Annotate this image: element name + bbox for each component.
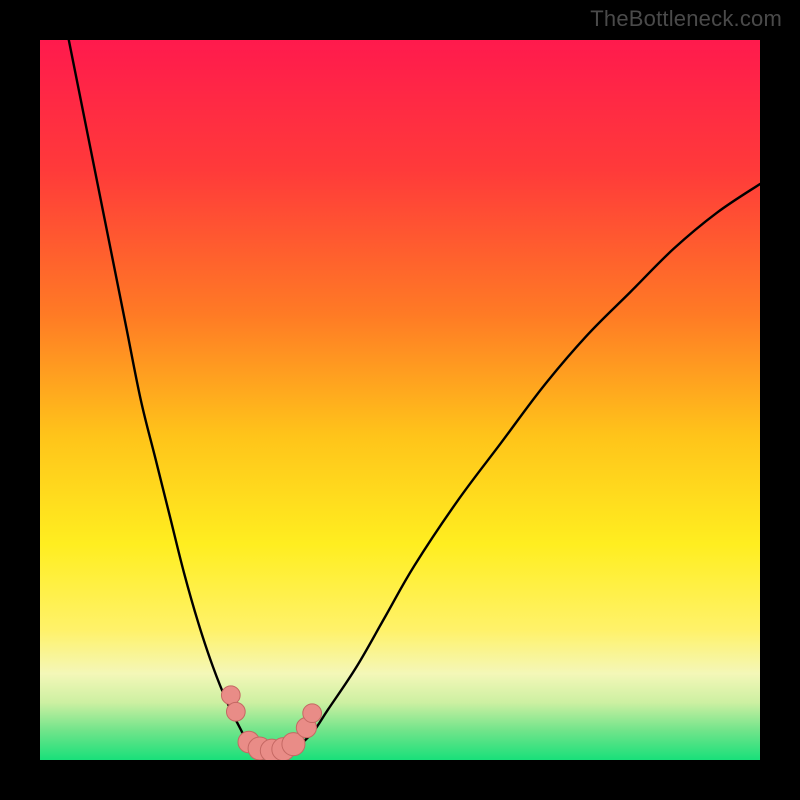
bottleneck-curve [69,40,760,757]
watermark-text: TheBottleneck.com [590,6,782,32]
data-marker [303,704,322,723]
data-marker [221,686,240,705]
outer-frame: TheBottleneck.com [0,0,800,800]
chart-svg [40,40,760,760]
curve-group [69,40,760,757]
data-marker [226,702,245,721]
plot-area [40,40,760,760]
